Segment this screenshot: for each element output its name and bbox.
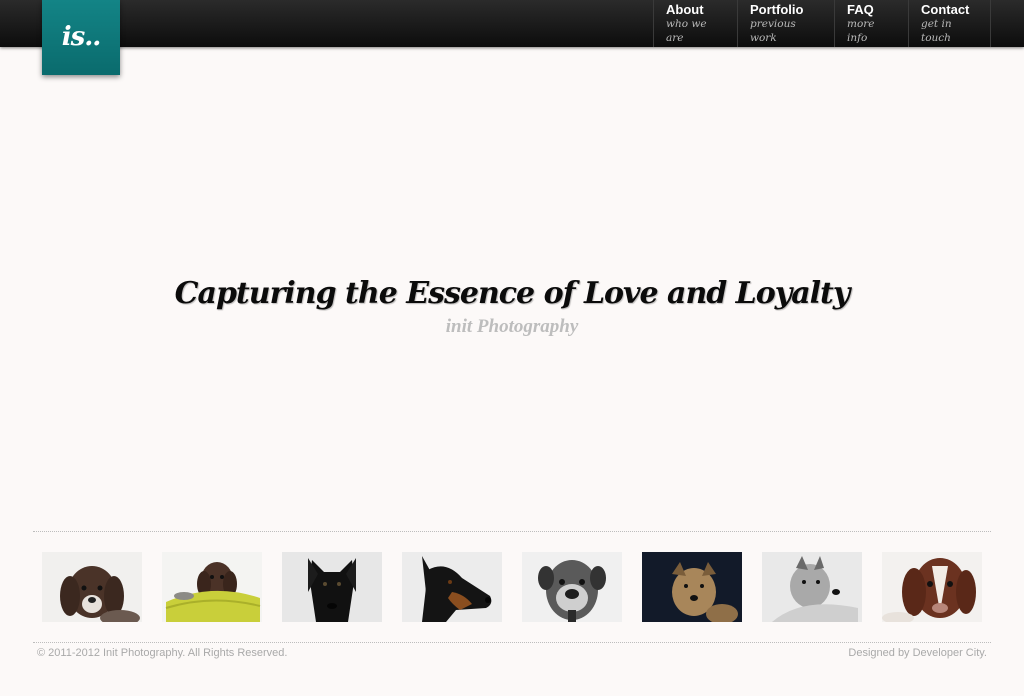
gallery-thumb-black-dog[interactable] [282, 552, 382, 622]
footer-divider [33, 642, 991, 643]
hero-subline: init Photography [445, 316, 579, 337]
site-logo[interactable]: is.. [42, 0, 120, 75]
main-nav: About who we are Portfolio previous work… [653, 0, 991, 47]
gallery-thumb-spaniel-puppy[interactable] [42, 552, 142, 622]
doberman-photo-icon [402, 552, 502, 622]
gallery-thumb-puppy-basket[interactable] [162, 552, 262, 622]
nav-subtitle: previous work [750, 18, 796, 44]
gallery-thumb-terrier[interactable] [642, 552, 742, 622]
gallery-thumb-doberman[interactable] [402, 552, 502, 622]
black-dog-photo-icon [282, 552, 382, 622]
spaniel-puppy-photo-icon [42, 552, 142, 622]
nav-label: About [666, 2, 704, 17]
boxer-bw-photo-icon [522, 552, 622, 622]
footer-copyright: © 2011-2012 Init Photography. All Rights… [37, 647, 288, 659]
gallery-thumb-terrier-bw[interactable] [762, 552, 862, 622]
nav-item-faq[interactable]: FAQ more info [834, 0, 908, 47]
gallery-top-divider [33, 531, 991, 532]
hero-headline: Capturing the Essence of Love and Loyalt… [174, 276, 851, 311]
nav-label: Portfolio [750, 2, 804, 17]
nav-subtitle: more info [847, 18, 875, 44]
puppy-in-basket-photo-icon [162, 552, 262, 622]
gallery-thumb-boxer[interactable] [522, 552, 622, 622]
nav-label: FAQ [847, 2, 874, 17]
springer-spaniel-photo-icon [882, 552, 982, 622]
photo-gallery [42, 552, 982, 622]
nav-item-portfolio[interactable]: Portfolio previous work [737, 0, 834, 47]
gallery-thumb-springer-spaniel[interactable] [882, 552, 982, 622]
nav-subtitle: get in touch [921, 18, 952, 44]
hero-section: Capturing the Essence of Love and Loyalt… [0, 262, 1024, 338]
logo-text: is.. [61, 21, 102, 52]
nav-item-about[interactable]: About who we are [653, 0, 737, 47]
top-navigation-bar: About who we are Portfolio previous work… [0, 0, 1024, 47]
terrier-bw-photo-icon [762, 552, 862, 622]
terrier-dark-photo-icon [642, 552, 742, 622]
nav-label: Contact [921, 2, 970, 17]
nav-item-contact[interactable]: Contact get in touch [908, 0, 991, 47]
footer-credit-link[interactable]: Designed by Developer City. [848, 647, 987, 659]
nav-subtitle: who we are [666, 18, 707, 44]
